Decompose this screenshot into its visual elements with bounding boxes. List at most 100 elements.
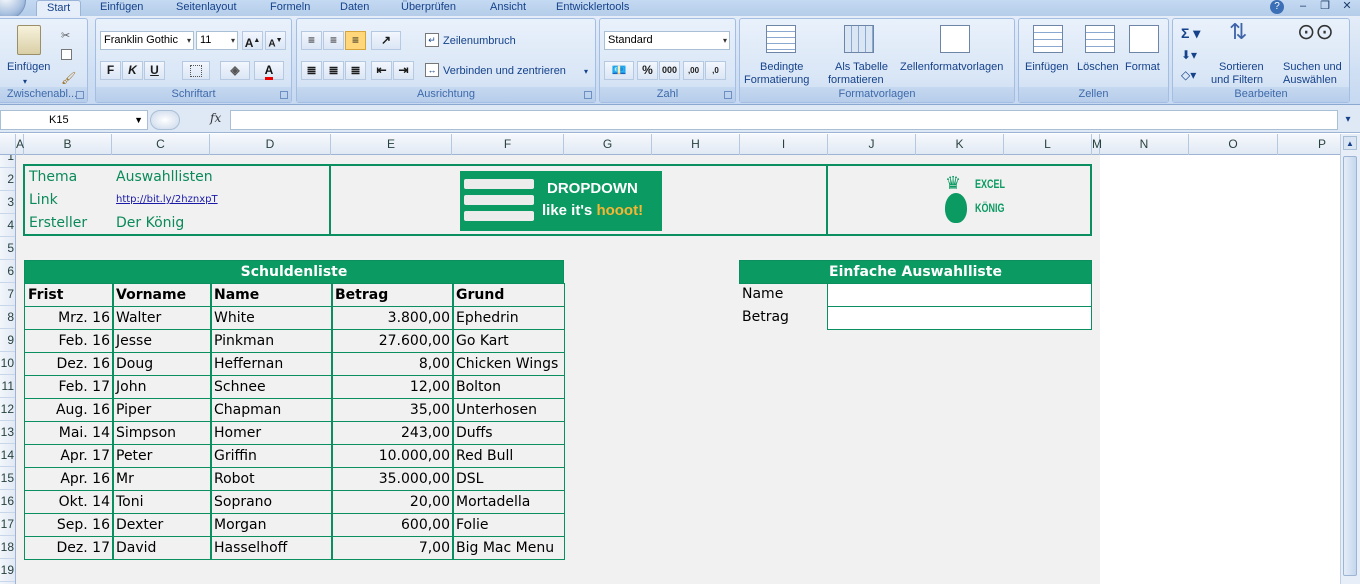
row-header-19[interactable]: 19 bbox=[0, 559, 15, 582]
tab-start[interactable]: Start bbox=[36, 0, 82, 17]
tab-ueberpruefen[interactable]: Überprüfen bbox=[401, 0, 456, 16]
sort-filter-label-1[interactable]: Sortieren bbox=[1219, 61, 1264, 74]
number-format-combo[interactable]: Standard ▾ bbox=[604, 31, 730, 50]
debt-table-cell[interactable]: 243,00 bbox=[331, 421, 454, 445]
wrap-text-button[interactable]: Zeilenumbruch bbox=[443, 35, 516, 48]
align-left-icon[interactable]: ≣ bbox=[301, 61, 322, 80]
select-name-input[interactable] bbox=[827, 283, 1092, 307]
scroll-up-icon[interactable]: ▲ bbox=[1343, 136, 1357, 150]
column-header-B[interactable]: B bbox=[24, 134, 112, 155]
debt-table-cell[interactable]: Hasselhoff bbox=[210, 536, 333, 560]
font-color-button[interactable]: A bbox=[254, 61, 284, 80]
tab-seitenlayout[interactable]: Seitenlayout bbox=[176, 0, 237, 16]
debt-table-header[interactable]: Name bbox=[210, 283, 333, 307]
debt-table-cell[interactable]: Sep. 16 bbox=[24, 513, 114, 537]
debt-table-cell[interactable]: Okt. 14 bbox=[24, 490, 114, 514]
debt-table-cell[interactable]: Mortadella bbox=[452, 490, 565, 514]
row-header-4[interactable]: 4 bbox=[0, 214, 15, 237]
debt-table-cell[interactable]: Unterhosen bbox=[452, 398, 565, 422]
fill-icon[interactable]: ⬇▾ bbox=[1181, 49, 1197, 62]
column-header-I[interactable]: I bbox=[740, 134, 828, 155]
shrink-font-button[interactable]: A▼ bbox=[265, 31, 286, 50]
column-header-G[interactable]: G bbox=[564, 134, 652, 155]
copy-icon[interactable] bbox=[61, 49, 72, 60]
format-painter-icon[interactable]: 🖌 bbox=[61, 71, 76, 85]
debt-table-cell[interactable]: David bbox=[112, 536, 212, 560]
tab-entwicklertools[interactable]: Entwicklertools bbox=[556, 0, 629, 16]
debt-table-cell[interactable]: Apr. 17 bbox=[24, 444, 114, 468]
decrease-indent-icon[interactable]: ⇤ bbox=[371, 61, 392, 80]
increase-indent-icon[interactable]: ⇥ bbox=[393, 61, 414, 80]
font-size-combo[interactable]: 11 ▾ bbox=[196, 31, 238, 50]
debt-table-cell[interactable]: Aug. 16 bbox=[24, 398, 114, 422]
debt-table-cell[interactable]: Mr bbox=[112, 467, 212, 491]
conditional-formatting-label-2[interactable]: Formatierung bbox=[744, 74, 809, 87]
minimize-icon[interactable]: – bbox=[1296, 0, 1310, 14]
column-header-M[interactable]: M bbox=[1092, 134, 1102, 155]
debt-table-cell[interactable]: 12,00 bbox=[331, 375, 454, 399]
align-right-icon[interactable]: ≣ bbox=[345, 61, 366, 80]
debt-table-cell[interactable]: Toni bbox=[112, 490, 212, 514]
debt-table-cell[interactable]: Jesse bbox=[112, 329, 212, 353]
debt-table-cell[interactable]: 35.000,00 bbox=[331, 467, 454, 491]
select-betrag-input[interactable] bbox=[827, 306, 1092, 330]
debt-table-cell[interactable]: Robot bbox=[210, 467, 333, 491]
thousands-button[interactable]: 000 bbox=[659, 61, 680, 80]
row-header-6[interactable]: 6 bbox=[0, 260, 15, 283]
clear-icon[interactable]: ◇▾ bbox=[1181, 69, 1196, 82]
borders-button[interactable] bbox=[182, 61, 210, 80]
clipboard-launcher-icon[interactable] bbox=[76, 91, 84, 99]
align-middle-icon[interactable]: ≡ bbox=[323, 31, 344, 50]
debt-table-cell[interactable]: Simpson bbox=[112, 421, 212, 445]
debt-table-cell[interactable]: John bbox=[112, 375, 212, 399]
close-icon[interactable]: ✕ bbox=[1340, 0, 1354, 14]
debt-table-cell[interactable]: Pinkman bbox=[210, 329, 333, 353]
debt-table-cell[interactable]: Feb. 17 bbox=[24, 375, 114, 399]
debt-table-cell[interactable]: Folie bbox=[452, 513, 565, 537]
debt-table-header[interactable]: Betrag bbox=[331, 283, 454, 307]
row-header-13[interactable]: 13 bbox=[0, 421, 15, 444]
format-cells-button[interactable]: Format bbox=[1125, 61, 1160, 74]
find-select-label-2[interactable]: Auswählen bbox=[1283, 74, 1337, 87]
paste-button[interactable]: Einfügen bbox=[7, 61, 50, 74]
decrease-decimal-button[interactable]: ,0 bbox=[705, 61, 726, 80]
row-header-14[interactable]: 14 bbox=[0, 444, 15, 467]
debt-table-cell[interactable]: Dexter bbox=[112, 513, 212, 537]
format-as-table-label-2[interactable]: formatieren bbox=[828, 74, 884, 87]
chevron-down-icon[interactable]: ▾ bbox=[584, 65, 588, 78]
debt-table-cell[interactable]: Walter bbox=[112, 306, 212, 330]
debt-table-cell[interactable]: 35,00 bbox=[331, 398, 454, 422]
tab-einfuegen[interactable]: Einfügen bbox=[100, 0, 143, 16]
align-bottom-icon[interactable]: ≡ bbox=[345, 31, 366, 50]
ersteller-value[interactable]: Der König bbox=[113, 212, 187, 234]
bold-button[interactable]: F bbox=[100, 61, 121, 80]
debt-table-cell[interactable]: Ephedrin bbox=[452, 306, 565, 330]
sheet-unused-area[interactable] bbox=[1100, 155, 1340, 584]
debt-table-cell[interactable]: Doug bbox=[112, 352, 212, 376]
insert-cells-button[interactable]: Einfügen bbox=[1025, 61, 1068, 74]
debt-table-cell[interactable]: Mrz. 16 bbox=[24, 306, 114, 330]
debt-table-cell[interactable]: Heffernan bbox=[210, 352, 333, 376]
column-header-H[interactable]: H bbox=[652, 134, 740, 155]
format-as-table-label-1[interactable]: Als Tabelle bbox=[835, 61, 888, 74]
column-header-N[interactable]: N bbox=[1100, 134, 1189, 155]
tab-formeln[interactable]: Formeln bbox=[270, 0, 310, 16]
debt-table-cell[interactable]: Feb. 16 bbox=[24, 329, 114, 353]
help-icon[interactable]: ? bbox=[1270, 0, 1284, 14]
debt-table-cell[interactable]: Homer bbox=[210, 421, 333, 445]
debt-table-cell[interactable]: Chicken Wings bbox=[452, 352, 565, 376]
column-header-J[interactable]: J bbox=[828, 134, 916, 155]
vertical-scrollbar[interactable]: ▲ bbox=[1340, 134, 1360, 584]
debt-table-cell[interactable]: 7,00 bbox=[331, 536, 454, 560]
formula-toggle-icon[interactable] bbox=[150, 110, 180, 130]
debt-table-cell[interactable]: Go Kart bbox=[452, 329, 565, 353]
link-value[interactable]: http://bit.ly/2hznxpT bbox=[113, 189, 221, 211]
restore-icon[interactable]: ❐ bbox=[1318, 0, 1332, 14]
debt-table-cell[interactable]: Schnee bbox=[210, 375, 333, 399]
column-header-D[interactable]: D bbox=[210, 134, 331, 155]
thema-label[interactable]: Thema bbox=[26, 166, 80, 188]
tab-daten[interactable]: Daten bbox=[340, 0, 369, 16]
underline-button[interactable]: U bbox=[144, 61, 165, 80]
delete-cells-button[interactable]: Löschen bbox=[1077, 61, 1119, 74]
column-header-E[interactable]: E bbox=[331, 134, 452, 155]
